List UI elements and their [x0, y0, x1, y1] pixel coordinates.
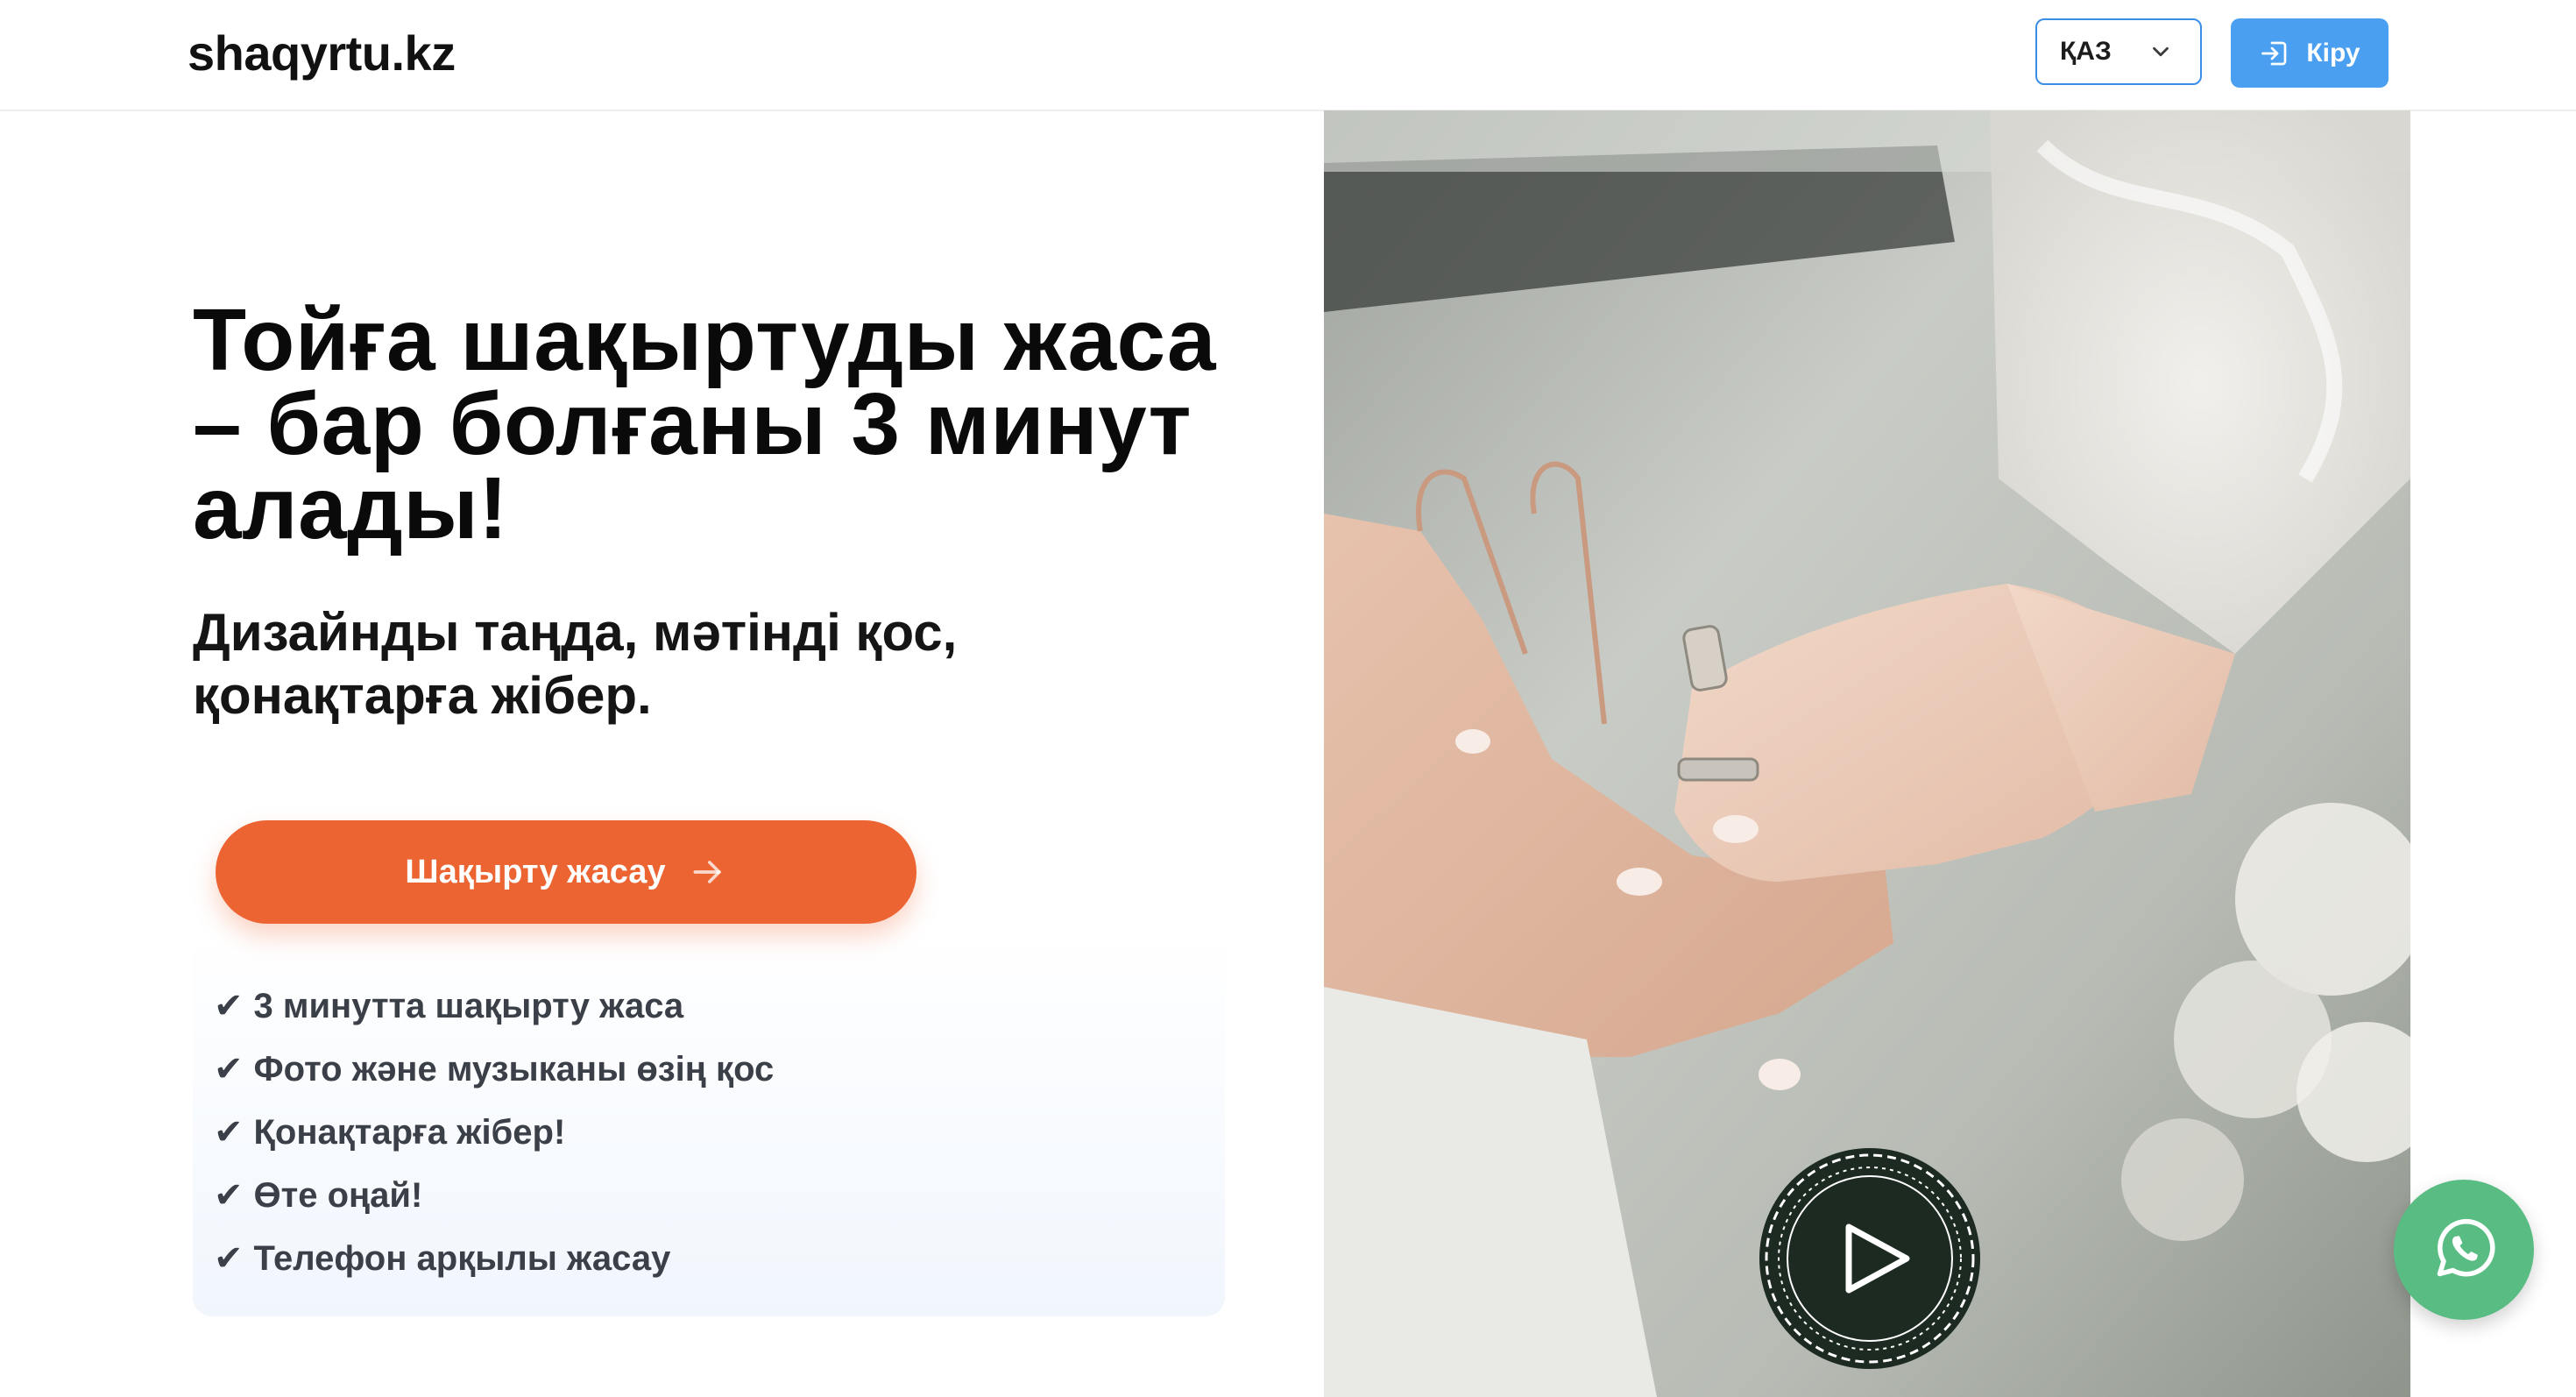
check-icon: ✔ — [214, 1176, 244, 1215]
play-icon — [1759, 1148, 1980, 1369]
language-selected-value: ҚАЗ — [2060, 37, 2112, 66]
check-icon: ✔ — [214, 1050, 244, 1089]
check-icon: ✔ — [214, 987, 244, 1025]
feature-text: Телефон арқылы жасау — [253, 1238, 671, 1278]
whatsapp-icon — [2437, 1218, 2495, 1277]
hero-subtitle: Дизайнды таңда, мәтінді қос, қонақтарға … — [193, 603, 958, 725]
login-icon — [2261, 41, 2287, 65]
play-video-button[interactable] — [1758, 1146, 1982, 1371]
create-invitation-button[interactable]: Шақырту жасау — [216, 820, 916, 924]
site-header: shaqyrtu.kz ҚАЗ Кіру — [0, 0, 2576, 111]
chevron-down-icon — [2153, 46, 2169, 57]
site-logo[interactable]: shaqyrtu.kz — [188, 25, 456, 82]
language-select[interactable]: ҚАЗ — [2035, 18, 2202, 85]
feature-text: Өте оңай! — [253, 1175, 423, 1215]
hero-title: Тойға шақыртуды жаса – бар болғаны 3 мин… — [193, 291, 1217, 557]
feature-item: ✔ 3 минутта шақырту жаса — [214, 975, 774, 1038]
feature-text: Қонақтарға жібер! — [253, 1112, 566, 1152]
feature-item: ✔ Өте оңай! — [214, 1164, 774, 1227]
arrow-right-icon — [693, 861, 721, 883]
check-icon: ✔ — [214, 1113, 244, 1152]
create-invitation-label: Шақырту жасау — [405, 853, 666, 890]
whatsapp-button[interactable] — [2394, 1180, 2534, 1320]
feature-item: ✔ Фото және музыканы өзің қос — [214, 1038, 774, 1101]
feature-text: 3 минутта шақырту жаса — [253, 986, 684, 1025]
features-list: ✔ 3 минутта шақырту жаса ✔ Фото және музык… — [214, 975, 774, 1290]
check-icon: ✔ — [214, 1239, 244, 1278]
login-button[interactable]: Кіру — [2231, 18, 2388, 88]
login-label: Кіру — [2306, 38, 2360, 67]
feature-item: ✔ Қонақтарға жібер! — [214, 1101, 774, 1164]
feature-item: ✔ Телефон арқылы жасау — [214, 1227, 774, 1290]
feature-text: Фото және музыканы өзің қос — [253, 1049, 775, 1089]
